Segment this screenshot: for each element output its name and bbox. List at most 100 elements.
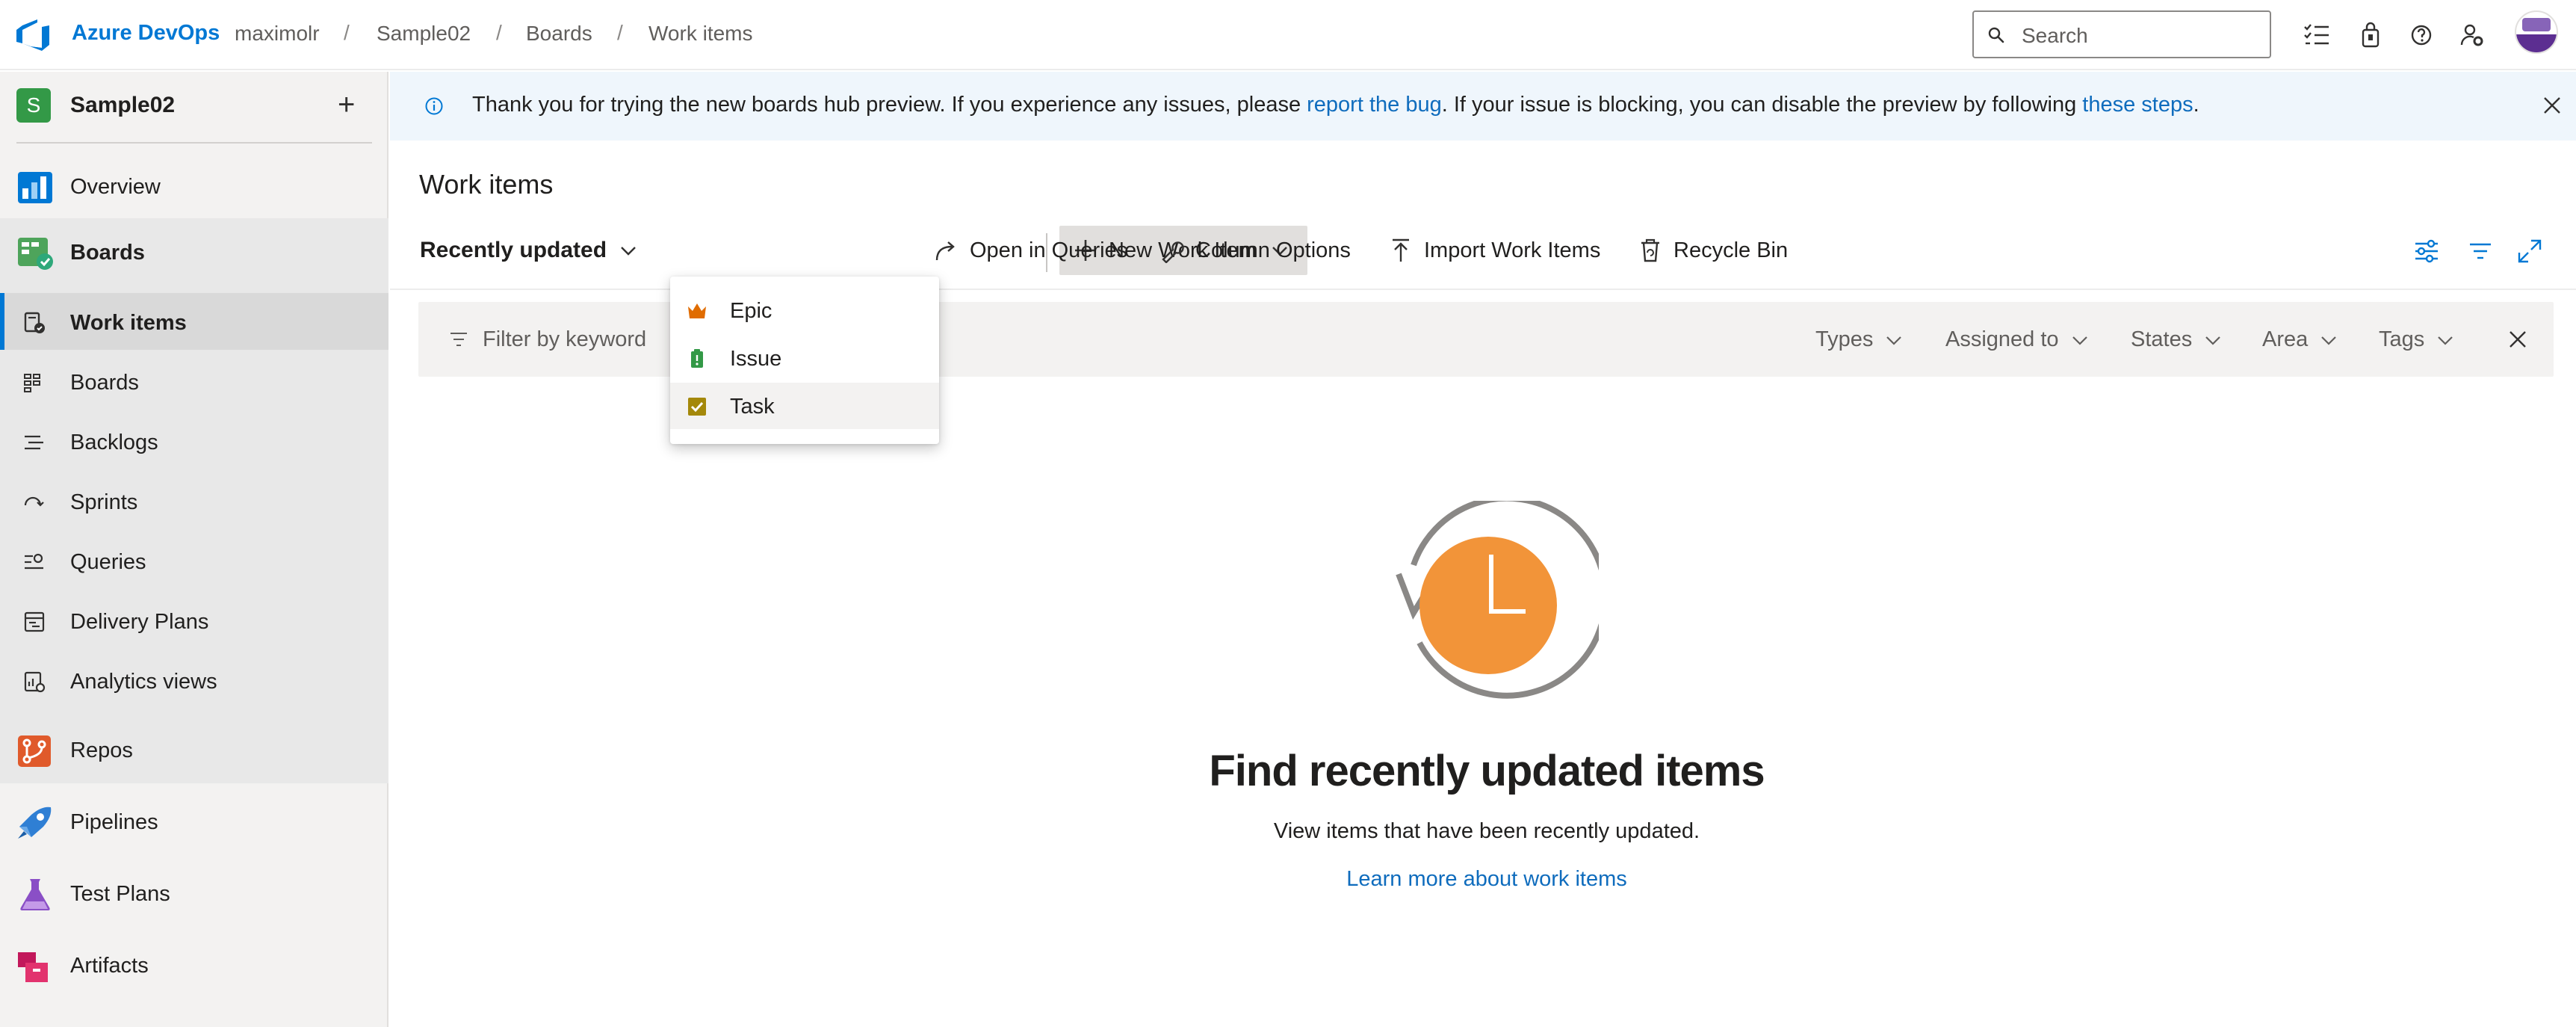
menu-item-label: Task <box>730 395 775 419</box>
chevron-down-icon <box>2072 336 2087 345</box>
open-in-queries-button[interactable]: Open in Queries <box>934 227 1127 274</box>
breadcrumb-project[interactable]: Sample02 <box>377 22 471 46</box>
banner-text: . If your issue is blocking, you can dis… <box>1441 93 2083 117</box>
project-avatar[interactable]: S <box>16 88 51 123</box>
search-icon <box>1988 27 2004 43</box>
sidebar-item-label: Delivery Plans <box>70 610 209 634</box>
tags-filter-dropdown[interactable]: Tags <box>2379 327 2454 352</box>
view-options-icon[interactable] <box>2413 238 2440 265</box>
menu-item-label: Issue <box>730 347 782 371</box>
menu-item-label: Epic <box>730 299 773 323</box>
sidebar-item-boards-kanban[interactable]: Boards <box>0 353 388 413</box>
repos-icon <box>18 735 51 767</box>
sidebar-item-backlogs[interactable]: Backlogs <box>0 413 388 472</box>
sidebar-item-test-plans[interactable]: Test Plans <box>0 863 388 922</box>
sidebar-item-label: Boards <box>70 241 145 265</box>
work-items-icon <box>24 312 45 333</box>
breadcrumb-boards[interactable]: Boards <box>526 22 592 46</box>
upload-icon <box>1393 238 1409 262</box>
wrench-icon <box>1162 241 1184 263</box>
sidebar-item-label: Repos <box>70 738 133 762</box>
types-filter-dropdown[interactable]: Types <box>1815 327 1903 352</box>
view-label: Recently updated <box>420 238 607 262</box>
new-work-item-menu: Epic Issue Task <box>670 277 939 444</box>
sidebar-item-artifacts[interactable]: Artifacts <box>0 934 388 994</box>
add-icon[interactable]: + <box>338 90 355 120</box>
sidebar: S Sample02 + Overview Boards Work items … <box>0 72 388 1027</box>
open-in-queries-label: Open in Queries <box>970 238 1128 262</box>
boards-icon <box>18 238 53 270</box>
sidebar-item-label: Work items <box>70 311 187 335</box>
column-options-button[interactable]: Column Options <box>1159 227 1351 274</box>
project-name[interactable]: Sample02 <box>70 93 175 118</box>
empty-state-subtitle: View items that have been recently updat… <box>1273 819 1700 843</box>
keyword-filter-input[interactable]: Filter by keyword <box>483 327 646 352</box>
azure-devops-logo-icon[interactable] <box>16 19 51 51</box>
search-input[interactable]: Search <box>1972 10 2271 58</box>
breadcrumb-org[interactable]: maximolr <box>235 22 320 46</box>
recently-updated-dropdown[interactable]: Recently updated <box>420 227 638 274</box>
epic-crown-icon <box>688 303 706 318</box>
sidebar-item-pipelines[interactable]: Pipelines <box>0 791 388 851</box>
user-settings-icon[interactable] <box>2458 21 2486 49</box>
avatar[interactable] <box>2515 10 2558 54</box>
sidebar-item-queries[interactable]: Queries <box>0 532 388 592</box>
import-work-items-button[interactable]: Import Work Items <box>1388 227 1600 274</box>
filter-label: Types <box>1815 327 1874 351</box>
page-title: Work items <box>419 169 554 200</box>
task-list-icon[interactable] <box>2303 21 2331 49</box>
recycle-bin-icon <box>1641 238 1659 262</box>
sidebar-item-delivery-plans[interactable]: Delivery Plans <box>0 592 388 652</box>
kanban-icon <box>24 374 40 392</box>
learn-more-link[interactable]: Learn more about work items <box>971 867 2002 892</box>
chevron-down-icon <box>1886 336 1902 345</box>
sidebar-item-work-items[interactable]: Work items <box>0 293 388 353</box>
filter-label: States <box>2131 327 2193 351</box>
breadcrumb-separator: / <box>617 21 623 44</box>
assigned-to-filter-dropdown[interactable]: Assigned to <box>1945 327 2089 352</box>
filter-label: Tags <box>2379 327 2425 351</box>
chevron-down-icon <box>2438 336 2453 345</box>
sidebar-item-label: Queries <box>70 550 146 574</box>
sidebar-item-repos[interactable]: Repos <box>0 719 388 779</box>
breadcrumb-separator: / <box>344 21 350 44</box>
menu-item-issue[interactable]: Issue <box>670 335 939 381</box>
banner-text: Thank you for trying the new boards hub … <box>472 93 1307 117</box>
sidebar-item-overview[interactable]: Overview <box>0 155 388 215</box>
sidebar-item-sprints[interactable]: Sprints <box>0 472 388 532</box>
top-bar: Azure DevOps maximolr / Sample02 / Board… <box>0 0 2576 70</box>
clear-filters-icon[interactable] <box>2507 329 2528 350</box>
area-filter-dropdown[interactable]: Area <box>2262 327 2338 352</box>
filter-icon[interactable] <box>2467 238 2494 265</box>
states-filter-dropdown[interactable]: States <box>2131 327 2222 352</box>
share-arrow-icon <box>935 241 955 261</box>
these-steps-link[interactable]: these steps <box>2082 93 2193 117</box>
close-icon[interactable] <box>2542 95 2563 116</box>
sidebar-divider <box>16 142 372 144</box>
sidebar-item-label: Artifacts <box>70 954 149 978</box>
menu-item-epic[interactable]: Epic <box>670 287 939 333</box>
brand-link[interactable]: Azure DevOps <box>72 21 220 46</box>
banner-message: Thank you for trying the new boards hub … <box>472 93 2199 117</box>
recycle-bin-label: Recycle Bin <box>1674 238 1789 262</box>
overview-icon <box>18 172 52 203</box>
recent-clock-illustration <box>1396 501 1599 699</box>
recycle-bin-button[interactable]: Recycle Bin <box>1638 227 1788 274</box>
task-icon <box>688 398 706 416</box>
analytics-icon <box>24 671 46 693</box>
help-icon[interactable] <box>2407 21 2436 49</box>
info-icon <box>425 97 443 115</box>
sidebar-item-boards[interactable]: Boards <box>0 221 388 281</box>
empty-state-title: Find recently updated items <box>1209 747 1765 795</box>
marketplace-bag-icon[interactable] <box>2356 21 2385 49</box>
sidebar-item-label: Analytics views <box>70 670 217 694</box>
sidebar-item-label: Sprints <box>70 490 138 514</box>
sidebar-item-label: Boards <box>70 371 139 395</box>
report-bug-link[interactable]: report the bug <box>1307 93 1442 117</box>
sidebar-item-analytics-views[interactable]: Analytics views <box>0 652 388 712</box>
filter-icon <box>451 333 467 346</box>
fullscreen-icon[interactable] <box>2516 238 2543 265</box>
breadcrumb-separator: / <box>496 21 502 44</box>
menu-item-task[interactable]: Task <box>670 383 939 429</box>
breadcrumb-work-items[interactable]: Work items <box>648 22 753 46</box>
